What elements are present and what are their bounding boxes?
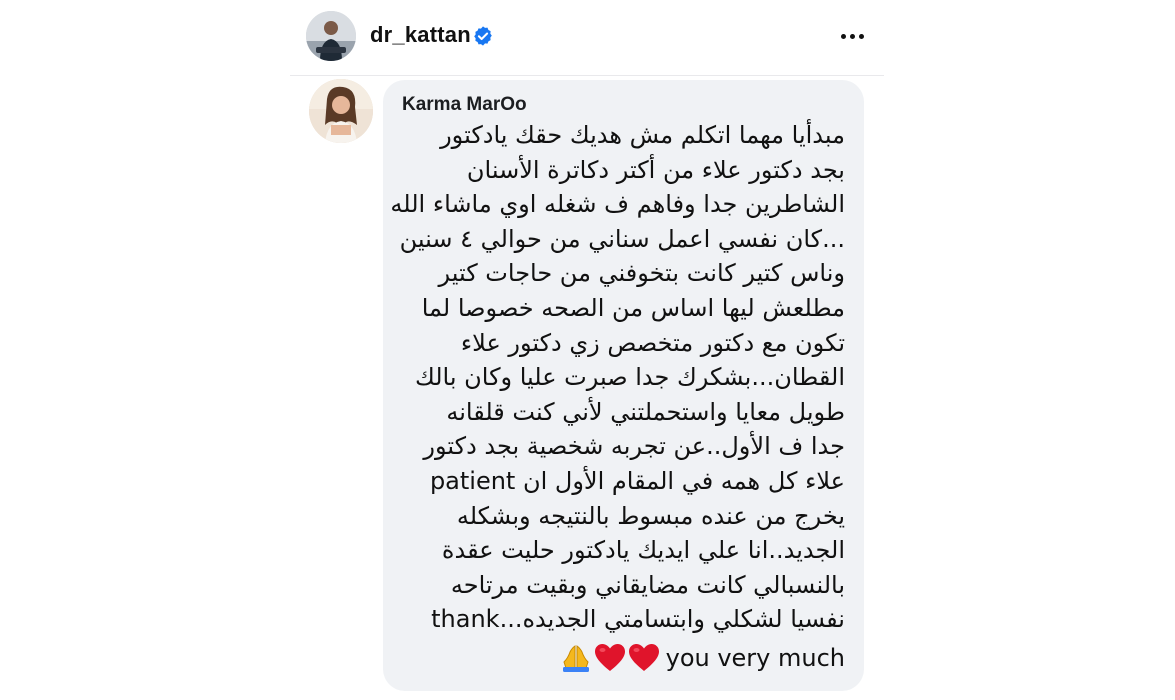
commenter-avatar[interactable] — [309, 79, 373, 143]
comment-last-text: you very much — [665, 644, 845, 672]
comment-line: الشاطرين جدا وفاهم ف شغله اوي ماشاء الله — [390, 190, 845, 219]
comment-line: وناس كتير كانت بتخوفني من حاجات كتير — [438, 259, 846, 288]
comment-line: نفسيا لشكلي وابتسامتي الجديده...thank — [431, 605, 845, 634]
comment-line: القطان...بشكرك جدا صبرت عليا وكان بالك — [414, 363, 845, 392]
comment-last-line: you very much — [560, 642, 845, 674]
comment-line: يخرج من عنده مبسوط بالنتيجه وبشكله — [456, 501, 845, 530]
comment-line: بجد دكتور علاء من أكتر دكاترة الأسنان — [466, 155, 845, 184]
comment-author[interactable]: Karma MarOo — [402, 94, 527, 116]
comment-line: الجديد..انا علي ايديك يادكتور حليت عقدة — [441, 536, 845, 565]
comment-line: بالنسبالي كانت مضايقاني وبقيت مرتاحه — [450, 570, 845, 599]
comment-line: علاء كل همه في المقام الأول ان patient — [429, 466, 845, 495]
post-username[interactable]: dr_kattan — [370, 22, 471, 48]
profile-photo-icon — [306, 11, 356, 61]
comment-line: تكون مع دكتور متخصص زي دكتور علاء — [460, 328, 845, 357]
post-header: dr_kattan — [290, 0, 884, 76]
emoji-group — [560, 642, 660, 674]
comment-line: جدا ف الأول..عن تجربه شخصية بجد دكتور — [423, 432, 845, 461]
verified-badge-icon — [474, 26, 492, 46]
comment-line: طويل معايا واستحملتني لأني كنت قلقانه — [446, 397, 845, 426]
commenter-photo-icon — [309, 79, 373, 143]
profile-avatar[interactable] — [306, 11, 356, 61]
comment-text: مبدأيا مهما اتكلم مش هديك حقك يادكتور بج… — [390, 118, 846, 637]
red-heart-icon — [594, 644, 625, 671]
folded-hands-icon — [562, 645, 589, 672]
more-horizontal-icon[interactable] — [838, 22, 866, 50]
comment-line: مبدأيا مهما اتكلم مش هديك حقك يادكتور — [440, 121, 845, 149]
comment-line: مطلعش ليها اساس من الصحه خصوصا لما — [421, 293, 845, 322]
red-heart-icon — [628, 644, 659, 671]
comment-line: ...كان نفسي اعمل سناني من حوالي ٤ سنين — [399, 224, 845, 253]
more-dot — [840, 33, 846, 39]
more-dot — [858, 33, 864, 39]
more-dot — [849, 33, 855, 39]
comment-bubble: Karma MarOo مبدأيا مهما اتكلم مش هديك حق… — [383, 80, 864, 691]
